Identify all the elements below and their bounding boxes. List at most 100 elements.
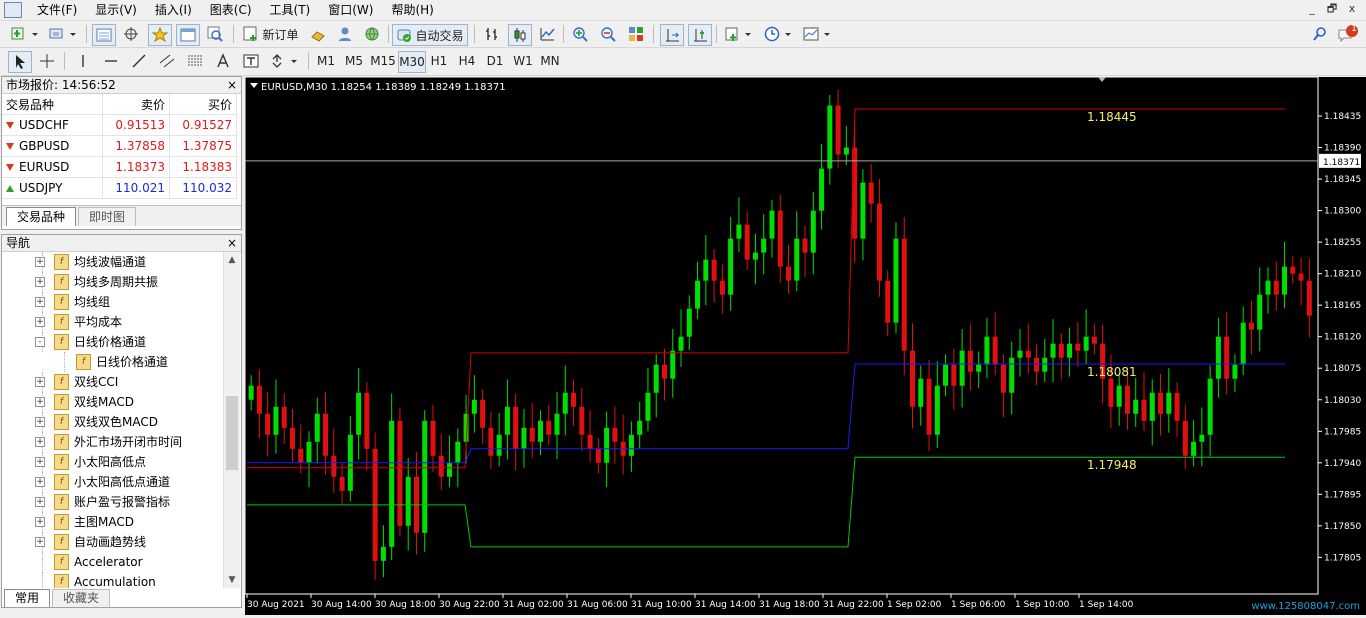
table-row[interactable]: USDJPY 110.021 110.032 (2, 177, 237, 199)
table-row[interactable]: EURUSD 1.18373 1.18383 (2, 156, 237, 178)
navigator-item[interactable]: + f 均线多周期共振 (2, 272, 222, 292)
horizontal-line-tool[interactable] (100, 51, 122, 71)
navigator-item[interactable]: + f 主图MACD (2, 512, 222, 532)
navigator-item[interactable]: + f 小太阳高低点通道 (2, 472, 222, 492)
vps-button[interactable] (361, 24, 383, 44)
navigator-item[interactable]: f 日线价格通道 (2, 352, 222, 372)
expand-icon[interactable]: + (35, 497, 45, 507)
menu-file[interactable]: 文件(F) (28, 0, 86, 20)
chart-window[interactable]: EURUSD,M30 1.18254 1.18389 1.18249 1.183… (244, 76, 1366, 615)
tile-windows-button[interactable] (625, 24, 647, 44)
terminal-toggle[interactable] (176, 24, 200, 46)
tab-tick-chart[interactable]: 即时图 (78, 207, 137, 226)
close-icon[interactable]: × (227, 77, 237, 93)
notifications-button[interactable]: 1 (1336, 24, 1360, 44)
navigator-item[interactable]: - f 日线价格通道 (2, 332, 222, 352)
market-button[interactable] (334, 24, 356, 44)
expand-icon[interactable]: + (35, 297, 45, 307)
expand-icon[interactable]: + (35, 457, 45, 467)
text-tool[interactable] (212, 51, 234, 71)
data-window-button[interactable] (120, 24, 142, 44)
vertical-line-tool[interactable] (72, 51, 94, 71)
line-chart-button[interactable] (536, 24, 558, 44)
navigator-item[interactable]: + f 双线双色MACD (2, 412, 222, 432)
navigator-item[interactable]: + f 小太阳高低点 (2, 452, 222, 472)
close-window-button[interactable]: x (1344, 2, 1360, 16)
close-icon[interactable]: × (227, 235, 237, 251)
navigator-item[interactable]: f Accelerator (2, 552, 222, 572)
periods-button[interactable] (762, 24, 796, 44)
expand-icon[interactable]: + (35, 377, 45, 387)
expand-icon[interactable]: + (35, 517, 45, 527)
minimize-button[interactable]: _ (1304, 2, 1320, 16)
header-bid[interactable]: 卖价 (102, 94, 170, 115)
expand-icon[interactable]: + (35, 317, 45, 327)
expand-icon[interactable]: + (35, 257, 45, 267)
table-row[interactable]: USDCHF 0.91513 0.91527 (2, 114, 237, 136)
navigator-item[interactable]: + f 账户盈亏报警指标 (2, 492, 222, 512)
timeframe-w1[interactable]: W1 (511, 51, 535, 71)
zoom-out-button[interactable] (597, 24, 619, 44)
navigator-item[interactable]: + f 双线MACD (2, 392, 222, 412)
navigator-scrollbar[interactable]: ▲ ▼ (223, 252, 240, 588)
header-ask[interactable]: 买价 (169, 94, 237, 115)
navigator-item[interactable]: f Accumulation (2, 572, 222, 588)
scroll-down-icon[interactable]: ▼ (224, 572, 240, 588)
indicators-button[interactable] (722, 24, 756, 44)
text-label-tool[interactable] (240, 51, 262, 71)
restore-button[interactable]: 🗗 (1324, 2, 1340, 16)
tab-favorites[interactable]: 收藏夹 (52, 589, 111, 607)
timeframe-mn[interactable]: MN (538, 51, 562, 71)
chart-shift-button[interactable] (660, 24, 684, 46)
table-row[interactable]: GBPUSD 1.37858 1.37875 (2, 135, 237, 157)
cursor-tool[interactable] (8, 51, 32, 73)
expand-icon[interactable]: + (35, 477, 45, 487)
expand-icon[interactable]: + (35, 277, 45, 287)
signals-button[interactable] (307, 24, 329, 44)
tab-common[interactable]: 常用 (4, 589, 51, 607)
timeframe-d1[interactable]: D1 (483, 51, 507, 71)
candlestick-chart-button[interactable] (508, 24, 532, 46)
collapse-icon[interactable]: - (35, 337, 45, 347)
arrows-tool[interactable] (268, 51, 302, 71)
tab-symbols[interactable]: 交易品种 (6, 207, 77, 226)
navigator-item[interactable]: + f 外汇市场开闭市时间 (2, 432, 222, 452)
menu-charts[interactable]: 图表(C) (201, 0, 261, 20)
zoom-in-button[interactable] (569, 24, 591, 44)
navigator-toggle[interactable] (148, 24, 172, 46)
navigator-item[interactable]: + f 均线波幅通道 (2, 252, 222, 272)
profiles-button[interactable] (46, 24, 80, 44)
menu-window[interactable]: 窗口(W) (319, 0, 382, 20)
menu-insert[interactable]: 插入(I) (146, 0, 201, 20)
strategy-tester-button[interactable] (204, 24, 226, 44)
timeframe-m15[interactable]: M15 (370, 51, 396, 71)
scroll-up-icon[interactable]: ▲ (224, 252, 240, 268)
timeframe-m30[interactable]: M30 (398, 51, 426, 73)
navigator-item[interactable]: + f 双线CCI (2, 372, 222, 392)
auto-scroll-button[interactable] (688, 24, 712, 46)
navigator-item[interactable]: + f 平均成本 (2, 312, 222, 332)
menu-help[interactable]: 帮助(H) (382, 0, 442, 20)
price-chart[interactable]: EURUSD,M30 1.18254 1.18389 1.18249 1.183… (244, 76, 1366, 615)
expand-icon[interactable]: + (35, 537, 45, 547)
expand-icon[interactable]: + (35, 417, 45, 427)
menu-view[interactable]: 显示(V) (86, 0, 146, 20)
expand-icon[interactable]: + (35, 437, 45, 447)
navigator-item[interactable]: + f 自动画趋势线 (2, 532, 222, 552)
timeframe-m1[interactable]: M1 (314, 51, 338, 71)
scroll-thumb[interactable] (226, 396, 238, 470)
timeframe-h4[interactable]: H4 (455, 51, 479, 71)
new-chart-button[interactable] (8, 24, 42, 44)
auto-trading-button[interactable]: 自动交易 (392, 24, 468, 46)
timeframe-h1[interactable]: H1 (427, 51, 451, 71)
timeframe-m5[interactable]: M5 (342, 51, 366, 71)
new-order-button[interactable]: 新订单 (240, 24, 302, 44)
fibonacci-tool[interactable] (184, 51, 206, 71)
expand-icon[interactable]: + (35, 397, 45, 407)
crosshair-tool[interactable] (36, 51, 58, 71)
templates-button[interactable] (801, 24, 835, 44)
search-button[interactable] (1310, 24, 1330, 44)
trendline-tool[interactable] (128, 51, 150, 71)
menu-tools[interactable]: 工具(T) (261, 0, 320, 20)
channel-tool[interactable] (156, 51, 178, 71)
